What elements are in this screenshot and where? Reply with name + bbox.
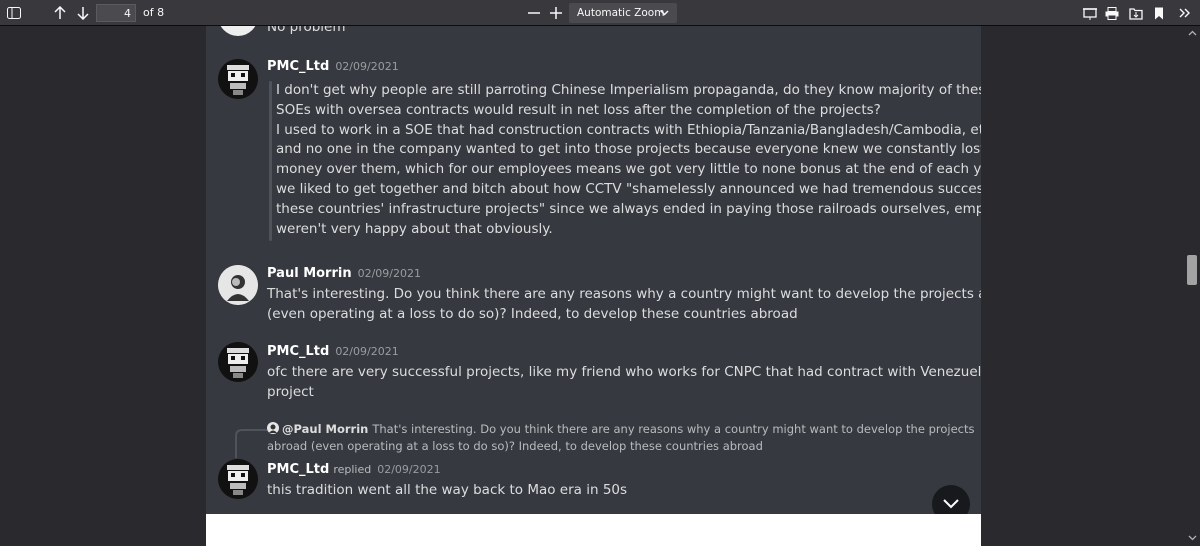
zoom-select-value: Automatic Zoom — [577, 7, 665, 19]
author-name[interactable]: PMC_Ltd — [267, 59, 329, 74]
pdf-toolbar: of 8 Automatic Zoom — [0, 0, 1200, 26]
zoom-in-icon — [550, 7, 562, 19]
document-viewer[interactable]: No problem PMC_Ltd 02/09/2021 I don't get… — [0, 26, 1185, 546]
message-text: That's interesting. Do you think there a… — [267, 286, 981, 302]
scroll-down-icon[interactable] — [1188, 533, 1197, 542]
author-name[interactable]: Paul Morrin — [267, 266, 352, 281]
sidebar-toggle-button[interactable] — [4, 3, 24, 23]
page-count: of 8 — [143, 6, 165, 19]
message-text: (even operating at a loss to do so)? Ind… — [267, 306, 798, 322]
quote-line: these countries' infrastructure projects… — [276, 201, 981, 217]
reply-avatar-icon — [267, 422, 279, 434]
previous-page-button[interactable] — [51, 3, 69, 23]
jump-to-latest-button[interactable] — [932, 485, 970, 514]
reply-preview[interactable]: @Paul Morrin That's interesting. Do you t… — [282, 422, 974, 436]
message-partial: No problem — [206, 26, 981, 38]
quote-line: we liked to get together and bitch about… — [276, 181, 981, 197]
message-text: No problem — [267, 26, 346, 35]
message-author[interactable]: PMC_Ltd 02/09/2021 — [267, 344, 399, 359]
arrow-up-icon — [54, 6, 66, 19]
reply-text: That's interesting. Do you think there a… — [372, 422, 975, 436]
tools-button[interactable] — [1176, 3, 1194, 23]
quote-line: I used to work in a SOE that had constru… — [276, 122, 981, 138]
page-number-input[interactable] — [96, 4, 136, 22]
author-name[interactable]: PMC_Ltd — [267, 344, 329, 359]
pixel-robot-avatar-icon — [218, 59, 258, 99]
quote-line: money over them, which for our employees… — [276, 161, 981, 177]
zoom-out-button[interactable] — [526, 3, 542, 23]
message-timestamp: 02/09/2021 — [377, 463, 441, 476]
scroll-up-icon[interactable] — [1188, 29, 1197, 38]
avatar — [218, 26, 258, 36]
zoom-out-icon — [528, 12, 540, 14]
message-timestamp: 02/09/2021 — [335, 345, 399, 358]
message-timestamp: 02/09/2021 — [357, 267, 421, 280]
avatar — [218, 342, 258, 382]
avatar — [218, 459, 258, 499]
replied-label: replied — [333, 463, 372, 476]
save-button[interactable] — [1128, 3, 1144, 23]
presentation-icon — [1083, 7, 1097, 20]
person-avatar-icon — [218, 265, 258, 305]
quote-line: SOEs with oversea contracts would result… — [276, 102, 881, 118]
next-page-button[interactable] — [74, 3, 92, 23]
zoom-select[interactable]: Automatic Zoom — [569, 3, 677, 23]
reply-connector — [235, 429, 267, 458]
presentation-mode-button[interactable] — [1082, 3, 1098, 23]
quote-line: weren't very happy about that obviously. — [276, 221, 553, 237]
avatar — [218, 265, 258, 305]
print-button[interactable] — [1104, 3, 1120, 23]
message-timestamp: 02/09/2021 — [335, 60, 399, 73]
sidebar-toggle-icon — [7, 7, 21, 19]
vertical-scrollbar[interactable] — [1185, 26, 1200, 546]
quote-line: I don't get why people are still parroti… — [276, 82, 981, 98]
message-author[interactable]: PMC_Ltd 02/09/2021 — [267, 59, 399, 74]
zoom-in-button[interactable] — [548, 3, 564, 23]
chevron-down-icon — [943, 499, 959, 509]
avatar — [218, 59, 258, 99]
quote-bar — [269, 81, 272, 241]
bookmark-icon — [1155, 7, 1163, 19]
reply-author[interactable]: @Paul Morrin — [282, 422, 368, 436]
pdf-page: No problem PMC_Ltd 02/09/2021 I don't get… — [206, 26, 981, 514]
scrollbar-thumb[interactable] — [1187, 255, 1197, 285]
message-text: this tradition went all the way back to … — [267, 482, 628, 498]
next-page-blank — [206, 514, 981, 546]
bookmark-button[interactable] — [1151, 3, 1167, 23]
reply-text: abroad (even operating at a loss to do s… — [267, 439, 763, 453]
quote-line: and no one in the company wanted to get … — [276, 141, 981, 157]
message-author[interactable]: PMC_Ltd replied 02/09/2021 — [267, 462, 441, 477]
chevron-down-icon — [660, 10, 669, 16]
print-icon — [1105, 6, 1119, 20]
save-icon — [1129, 7, 1143, 20]
tools-icon — [1179, 8, 1190, 18]
message-text: ofc there are very successful projects, … — [267, 364, 981, 380]
author-name[interactable]: PMC_Ltd — [267, 462, 329, 477]
message-text: project — [267, 384, 314, 400]
pixel-robot-avatar-icon — [218, 459, 258, 499]
arrow-down-icon — [77, 7, 89, 20]
message-author[interactable]: Paul Morrin 02/09/2021 — [267, 266, 421, 281]
pixel-robot-avatar-icon — [218, 342, 258, 382]
